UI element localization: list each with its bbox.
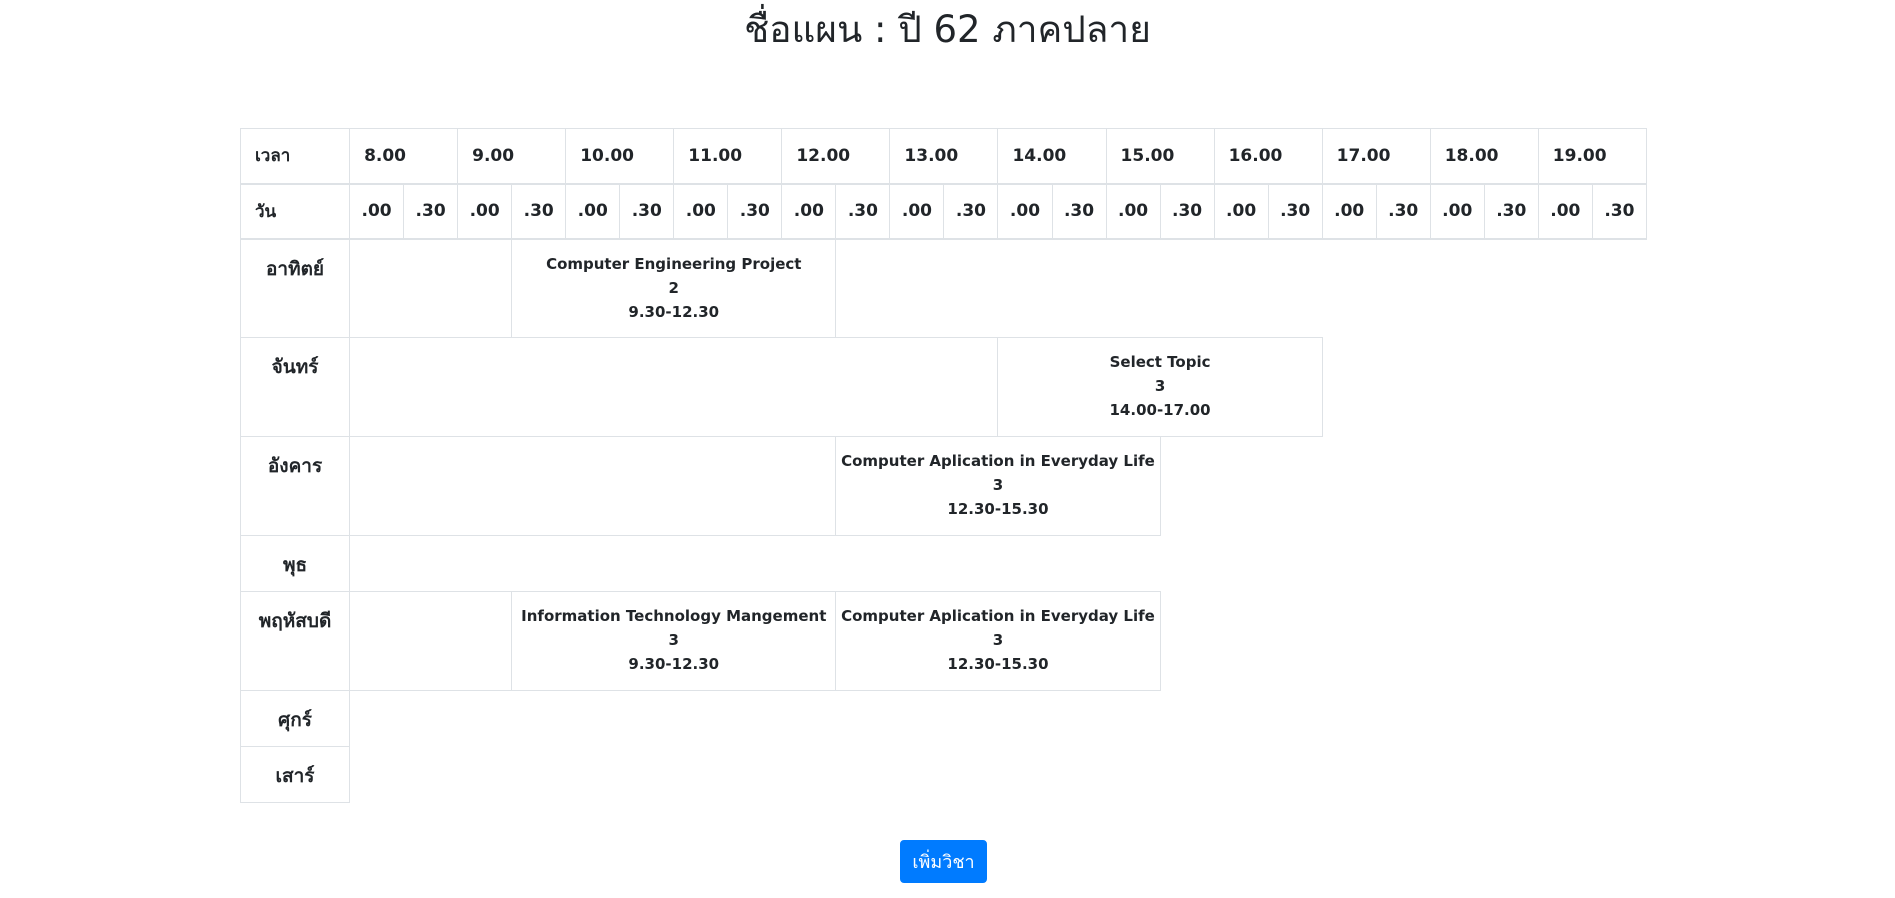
empty-slot: [349, 337, 999, 437]
half-header: .00: [1321, 183, 1377, 240]
half-header: .30: [619, 183, 675, 240]
half-hour-header-row: วัน .00 .30 .00 .30 .00 .30 .00 .30 .00 …: [239, 183, 1648, 240]
course-credits: 2: [668, 278, 679, 297]
hour-header: 18.00: [1429, 128, 1539, 185]
course-block[interactable]: Computer Engineering Project 2 9.30-12.3…: [511, 238, 837, 338]
empty-space: [1160, 592, 1646, 691]
course-credits: 3: [1154, 377, 1166, 395]
day-name: พุธ: [239, 535, 351, 592]
half-header: .00: [349, 183, 405, 240]
hour-header: 19.00: [1537, 128, 1648, 185]
day-name: เสาร์: [239, 746, 351, 803]
empty-space: [1322, 338, 1646, 437]
day-name: อาทิตย์: [239, 238, 351, 338]
half-header: .30: [1051, 183, 1107, 240]
half-header: .30: [511, 183, 567, 240]
day-name: พฤหัสบดี: [239, 591, 351, 691]
course-name: Computer Engineering Project: [546, 254, 802, 273]
course-time: 14.00-17.00: [1109, 401, 1211, 419]
day-row-sunday: อาทิตย์ Computer Engineering Project 2 9…: [239, 238, 1647, 338]
hour-header: 12.00: [781, 128, 891, 185]
half-header: .30: [1159, 183, 1215, 240]
half-header: .30: [1591, 183, 1648, 240]
half-header: .00: [673, 183, 729, 240]
hour-header: 10.00: [565, 128, 675, 185]
empty-space: [350, 536, 1647, 592]
empty-space: [350, 747, 1647, 803]
page-title: ชื่อแผน : ปี 62 ภาคปลาย: [744, 8, 1151, 51]
half-header: .30: [403, 183, 459, 240]
course-time: 9.30-12.30: [628, 302, 720, 321]
course-time: 12.30-15.30: [947, 500, 1049, 518]
empty-slot: [349, 436, 837, 536]
course-block[interactable]: Information Technology Mangement 3 9.30-…: [511, 591, 837, 691]
half-header: .00: [457, 183, 513, 240]
hour-header-row: เวลา 8.00 9.00 10.00 11.00 12.00 13.00 1…: [239, 128, 1648, 185]
half-header: .30: [727, 183, 783, 240]
day-row-wednesday: พุธ: [239, 535, 1647, 592]
hour-header: 13.00: [889, 128, 999, 185]
hour-header: 14.00: [997, 128, 1107, 185]
schedule-table: เวลา 8.00 9.00 10.00 11.00 12.00 13.00 1…: [239, 128, 1648, 803]
half-header: .00: [1429, 183, 1485, 240]
hour-header: 15.00: [1105, 128, 1215, 185]
course-credits: 3: [992, 476, 1004, 494]
day-name: จันทร์: [239, 337, 351, 437]
empty-space: [836, 239, 1647, 338]
course-name: Information Technology Mangement: [521, 607, 827, 625]
hour-header: 8.00: [349, 128, 459, 185]
half-header: .30: [1483, 183, 1539, 240]
hour-header: 17.00: [1321, 128, 1431, 185]
course-time: 12.30-15.30: [947, 655, 1049, 673]
hour-header: 9.00: [457, 128, 567, 185]
hour-header: 11.00: [673, 128, 783, 185]
half-header: .30: [1267, 183, 1323, 240]
half-header: .00: [1213, 183, 1269, 240]
half-header: .00: [889, 183, 945, 240]
hour-header: 16.00: [1213, 128, 1323, 185]
half-header: .00: [781, 183, 837, 240]
course-credits: 3: [992, 631, 1004, 649]
course-block[interactable]: Computer Aplication in Everyday Life 3 1…: [835, 436, 1161, 536]
course-block[interactable]: Computer Aplication in Everyday Life 3 1…: [835, 591, 1161, 691]
half-header: .00: [565, 183, 621, 240]
empty-space: [350, 691, 1647, 747]
add-course-button[interactable]: เพิ่มวิชา: [900, 840, 987, 883]
course-credits: 3: [668, 631, 679, 649]
day-row-tuesday: อังคาร Computer Aplication in Everyday L…: [239, 436, 1647, 536]
course-name: Select Topic: [1109, 353, 1211, 371]
time-label: เวลา: [239, 128, 351, 185]
course-name: Computer Aplication in Everyday Life: [841, 452, 1155, 470]
course-block[interactable]: Select Topic 3 14.00-17.00: [997, 337, 1323, 437]
day-name: ศุกร์: [239, 690, 351, 747]
day-row-monday: จันทร์ Select Topic 3 14.00-17.00: [239, 337, 1647, 437]
course-name: Computer Aplication in Everyday Life: [841, 607, 1155, 625]
half-header: .00: [1537, 183, 1593, 240]
empty-space: [1160, 437, 1646, 536]
course-time: 9.30-12.30: [628, 655, 720, 673]
empty-slot: [349, 591, 513, 691]
empty-slot: [349, 238, 513, 338]
day-name: อังคาร: [239, 436, 351, 536]
day-row-friday: ศุกร์: [239, 690, 1647, 747]
day-row-thursday: พฤหัสบดี Information Technology Mangemen…: [239, 591, 1647, 691]
day-row-saturday: เสาร์: [239, 746, 1647, 803]
half-header: .30: [1375, 183, 1431, 240]
half-header: .00: [997, 183, 1053, 240]
half-header: .30: [835, 183, 891, 240]
half-header: .00: [1105, 183, 1161, 240]
day-label: วัน: [239, 183, 351, 240]
half-header: .30: [943, 183, 999, 240]
